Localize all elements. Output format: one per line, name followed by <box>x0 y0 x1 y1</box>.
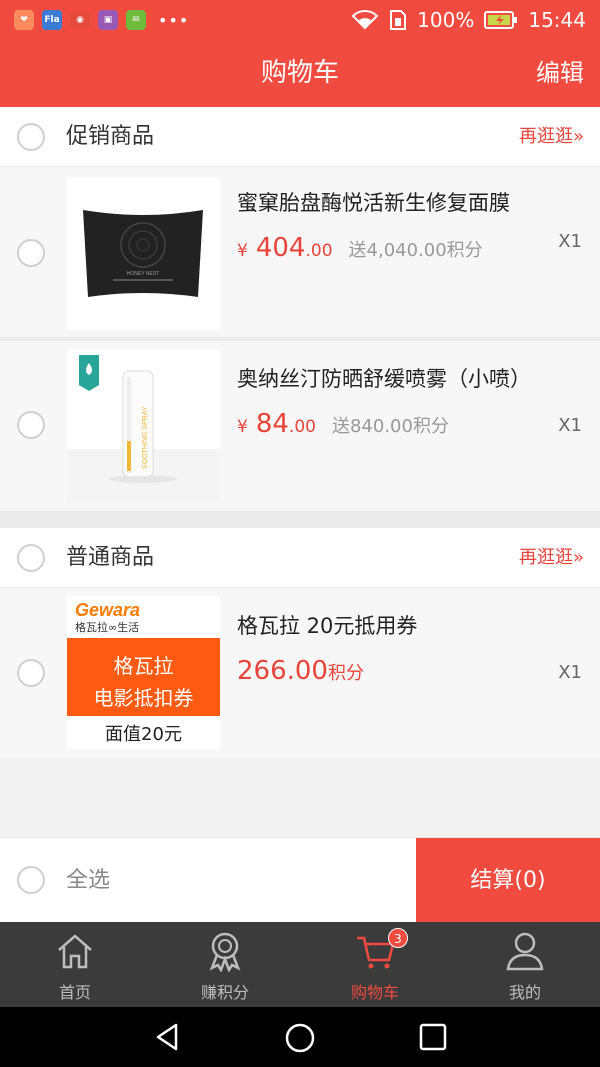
product-image[interactable]: Gewara 格瓦拉∞生活 格瓦拉 电影抵扣券 面值20元 <box>67 596 220 749</box>
price-integer: 84 <box>255 409 289 439</box>
checkout-button[interactable]: 结算(0) <box>416 838 600 923</box>
more-notifications-icon: ••• <box>158 10 190 30</box>
item-select-radio[interactable] <box>17 411 45 439</box>
app-notification-icon: ◉ <box>70 10 90 30</box>
medal-icon <box>204 930 246 976</box>
tab-label: 购物车 <box>350 983 399 1002</box>
status-system: 100% 15:44 <box>351 8 586 32</box>
bonus-points: 送840.00积分 <box>331 416 449 437</box>
product-image[interactable]: SOOTHING SPRAY <box>67 349 220 502</box>
voucher-brand-sub: 格瓦拉∞生活 <box>75 621 140 634</box>
points-price: 266.00 <box>237 656 328 686</box>
voucher-brand-logo: Gewara <box>75 600 141 620</box>
item-price: 266.00 积分 <box>237 656 364 686</box>
home-icon <box>54 930 96 976</box>
section-title: 普通商品 <box>66 545 155 570</box>
section-select-radio[interactable] <box>17 544 45 572</box>
item-quantity: X1 <box>558 662 582 683</box>
app-notification-icon: Fla <box>42 10 62 30</box>
tab-label: 我的 <box>508 983 541 1002</box>
checkout-bar: 全选 结算(0) <box>0 837 600 923</box>
edit-button[interactable]: 编辑 <box>536 40 584 107</box>
battery-icon <box>484 10 518 30</box>
tab-label: 首页 <box>58 983 91 1002</box>
voucher-face-value: 面值20元 <box>105 724 182 745</box>
page-title: 购物车 <box>260 58 339 88</box>
tab-profile[interactable]: 我的 <box>450 922 600 1007</box>
user-icon <box>504 930 546 976</box>
item-quantity: X1 <box>558 231 582 252</box>
battery-percent: 100% <box>417 8 475 32</box>
tab-home[interactable]: 首页 <box>0 922 150 1007</box>
product-image[interactable]: HONEY NEST <box>67 177 220 330</box>
bonus-points: 送4,040.00积分 <box>348 240 483 261</box>
clock: 15:44 <box>528 8 586 32</box>
section-header-promo: 促销商品 再逛逛» <box>0 107 600 167</box>
back-icon[interactable] <box>152 1022 182 1056</box>
system-nav-bar <box>0 1007 600 1067</box>
cart-item[interactable]: Gewara 格瓦拉∞生活 格瓦拉 电影抵扣券 面值20元 格瓦拉 20元抵用券… <box>0 588 600 758</box>
voucher-brand-area: Gewara 格瓦拉∞生活 <box>67 596 220 636</box>
section-select-radio[interactable] <box>17 123 45 151</box>
section-header-normal: 普通商品 再逛逛» <box>0 528 600 588</box>
home-nav-icon[interactable] <box>284 1022 316 1058</box>
item-price: ¥ 84 .00 送840.00积分 <box>237 409 449 439</box>
recents-icon[interactable] <box>419 1022 447 1056</box>
item-quantity: X1 <box>558 415 582 436</box>
voucher-banner: 格瓦拉 电影抵扣券 <box>67 638 220 716</box>
section-title: 促销商品 <box>66 124 155 149</box>
currency-symbol: ¥ <box>237 241 248 261</box>
app-notification-icon: ▣ <box>98 10 118 30</box>
tab-earn-points[interactable]: 赚积分 <box>150 922 300 1007</box>
voucher-line-1: 格瓦拉 <box>113 654 174 678</box>
points-unit: 积分 <box>327 663 364 684</box>
price-decimal: .00 <box>288 417 316 437</box>
price-decimal: .00 <box>305 241 333 261</box>
product-brand-text: SOOTHING SPRAY <box>142 406 149 469</box>
browse-more-link[interactable]: 再逛逛» <box>519 107 584 167</box>
tab-label: 赚积分 <box>200 983 249 1002</box>
app-notification-icon: ❤ <box>14 10 34 30</box>
cart-count-badge: 3 <box>388 928 408 948</box>
bottom-tab-bar: 首页 赚积分 3 购物车 我的 <box>0 922 600 1007</box>
section-gap <box>0 511 600 528</box>
tab-cart[interactable]: 3 购物车 <box>300 922 450 1007</box>
currency-symbol: ¥ <box>237 417 248 437</box>
app-header: 购物车 编辑 <box>0 40 600 107</box>
item-select-radio[interactable] <box>17 659 45 687</box>
app-notification-icon: ✉ <box>126 10 146 30</box>
cart-item[interactable]: HONEY NEST 蜜窠胎盘酶悦活新生修复面膜 ¥ 404 .00 送4,04… <box>0 167 600 337</box>
item-name[interactable]: 格瓦拉 20元抵用券 <box>237 610 417 640</box>
sim-icon <box>389 9 407 31</box>
browse-more-link[interactable]: 再逛逛» <box>519 528 584 588</box>
item-name[interactable]: 奥纳丝汀防晒舒缓喷雾（小喷） <box>237 363 531 393</box>
status-bar: ❤ Fla ◉ ▣ ✉ ••• 100% 15:44 <box>0 0 600 40</box>
select-all-radio[interactable] <box>17 866 45 894</box>
item-select-radio[interactable] <box>17 239 45 267</box>
item-name[interactable]: 蜜窠胎盘酶悦活新生修复面膜 <box>237 187 510 217</box>
voucher-line-2: 电影抵扣券 <box>93 686 194 710</box>
price-integer: 404 <box>255 233 306 263</box>
wifi-icon <box>351 10 379 30</box>
item-price: ¥ 404 .00 送4,040.00积分 <box>237 233 483 263</box>
cart-item[interactable]: SOOTHING SPRAY 奥纳丝汀防晒舒缓喷雾（小喷） ¥ 84 .00 送… <box>0 341 600 511</box>
product-brand-text: HONEY NEST <box>127 271 159 277</box>
select-all-label[interactable]: 全选 <box>66 838 110 923</box>
status-notifications: ❤ Fla ◉ ▣ ✉ ••• <box>14 10 189 30</box>
